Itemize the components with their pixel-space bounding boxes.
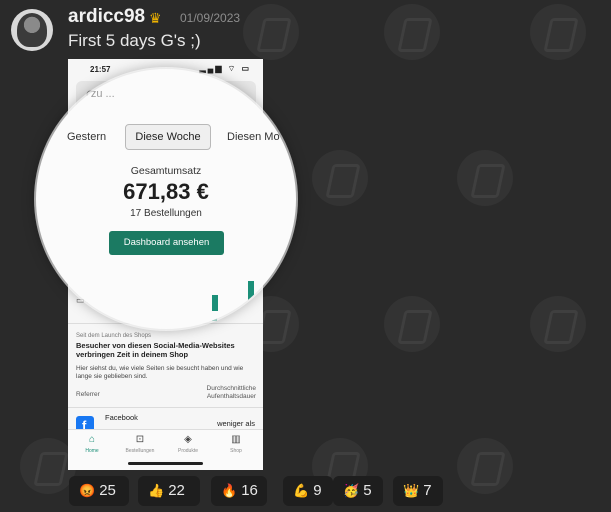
tab-yesterday[interactable]: Gestern xyxy=(67,131,106,143)
watermark-icon xyxy=(312,150,368,206)
referrer-duration: weniger als xyxy=(217,419,255,428)
column-duration: Durchschnittliche Aufenthaltsdauer xyxy=(206,385,257,400)
orders-count: 17 Bestellungen xyxy=(130,208,202,219)
total-sales-amount: 671,83 € xyxy=(123,179,209,204)
avatar[interactable] xyxy=(11,9,53,51)
divider xyxy=(68,407,263,408)
status-icons: ▂▄▆ ⌔ ▭ xyxy=(199,64,251,73)
since-launch-label: Seit dem Launch des Shops xyxy=(76,333,152,339)
fire-icon: 🔥 xyxy=(221,483,238,498)
sales-bar xyxy=(248,281,254,311)
watermark-icon xyxy=(384,296,440,352)
social-card-title: Besucher von diesen Social-Media-Website… xyxy=(76,341,235,359)
reaction-fire[interactable]: 🔥 16 xyxy=(211,476,267,506)
muscle-icon: 💪 xyxy=(293,483,310,498)
sales-bar xyxy=(212,295,218,311)
dashboard-button[interactable]: Dashboard ansehen xyxy=(109,231,224,255)
tab-orders[interactable]: ⊡ Bestellungen xyxy=(116,434,164,454)
tab-this-week[interactable]: Diese Woche xyxy=(125,124,211,150)
tab-products[interactable]: ◈ Produkte xyxy=(164,434,212,454)
total-sales-label: Gesamtumsatz xyxy=(130,165,202,177)
tab-home[interactable]: ⌂ Home xyxy=(68,434,116,454)
reaction-angry[interactable]: 😡 25 xyxy=(69,476,129,506)
orders-icon: ⊡ xyxy=(135,434,145,445)
search-placeholder-zoomed: ⵔ zu ... xyxy=(78,88,115,100)
watermark-icon xyxy=(384,4,440,60)
tab-this-month[interactable]: Diesen Mo xyxy=(227,131,280,143)
tag-icon: ◈ xyxy=(184,434,192,445)
crown-icon: ♛ xyxy=(149,10,162,26)
thumbs-up-icon: 👍 xyxy=(148,483,165,498)
status-time: 21:57 xyxy=(90,65,111,74)
column-referrer: Referrer xyxy=(76,391,100,398)
reaction-thumbs-up[interactable]: 👍 22 xyxy=(138,476,200,506)
home-icon: ⌂ xyxy=(88,434,96,445)
watermark-icon xyxy=(530,4,586,60)
crown-icon: 👑 xyxy=(403,483,420,498)
party-face-icon: 🥳 xyxy=(343,483,360,498)
post-username[interactable]: ardicc98 xyxy=(68,6,145,28)
reaction-muscle[interactable]: 💪 9 xyxy=(283,476,333,506)
post-date: 01/09/2023 xyxy=(180,11,241,25)
post-message: First 5 days G's ;) xyxy=(68,31,201,50)
reaction-party[interactable]: 🥳 5 xyxy=(333,476,383,506)
store-icon: ▥ xyxy=(231,434,241,445)
magnified-sales-summary: ⵔ zu ... Gestern Diese Woche Diesen Mo G… xyxy=(36,69,296,329)
social-card-body: Hier siehst du, wie viele Seiten sie bes… xyxy=(76,365,244,380)
angry-face-icon: 😡 xyxy=(79,483,96,498)
watermark-icon xyxy=(457,438,513,494)
reaction-crown[interactable]: 👑 7 xyxy=(393,476,443,506)
watermark-icon xyxy=(457,150,513,206)
referrer-name: Facebook xyxy=(105,413,138,422)
watermark-icon xyxy=(530,296,586,352)
home-indicator xyxy=(128,462,203,465)
watermark-icon xyxy=(243,4,299,60)
tab-shop[interactable]: ▥ Shop xyxy=(212,434,260,454)
